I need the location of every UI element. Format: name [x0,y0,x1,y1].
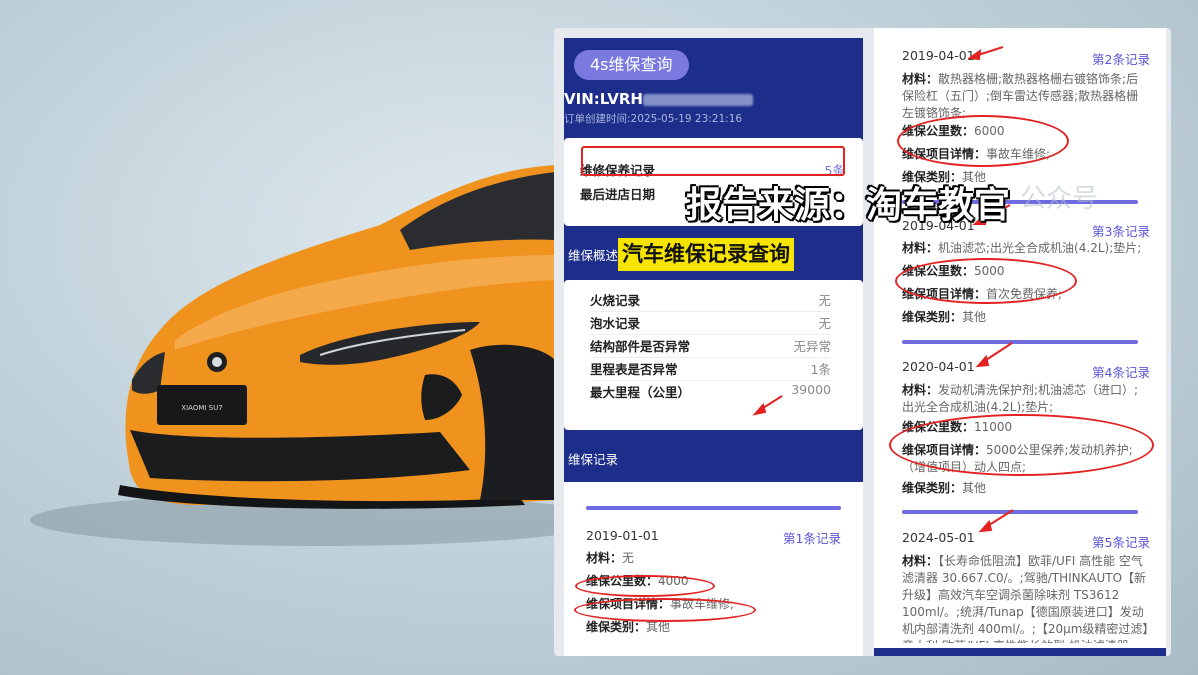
report-source-caption: 报告来源：淘车教官 [686,185,1011,226]
annotation-arrows [752,46,1014,533]
maintenance-query-tag: 汽车维保记录查询 [618,238,794,271]
watermark-text: 公众号 [1020,184,1099,214]
